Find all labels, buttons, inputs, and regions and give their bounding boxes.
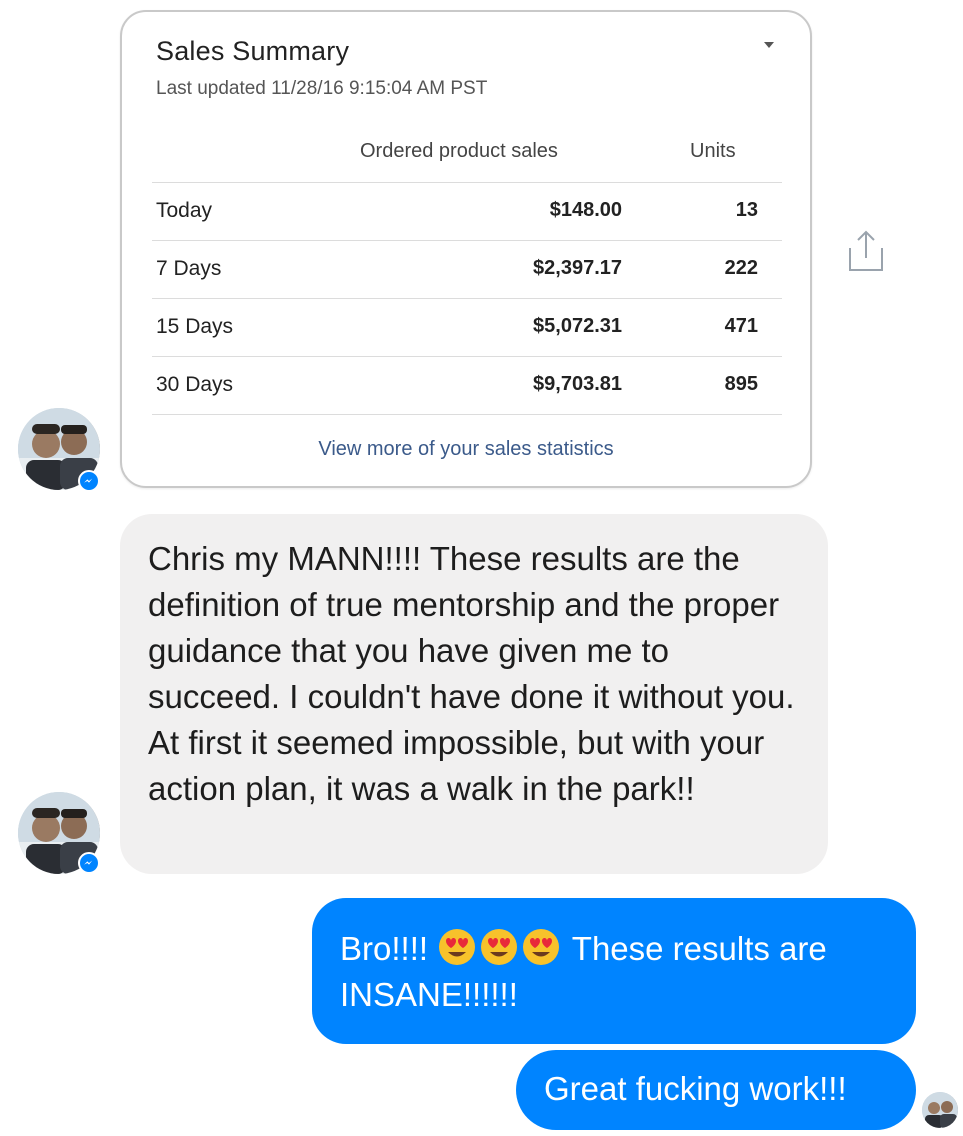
outgoing-message-bubble[interactable]: Bro!!!! These results are INSANE!!!!!!: [312, 898, 916, 1044]
table-row: 30 Days $9,703.81 895: [152, 356, 782, 415]
row-units-value: 222: [724, 257, 758, 279]
outgoing-message-bubble[interactable]: Great fucking work!!!: [516, 1050, 916, 1130]
card-title: Sales Summary: [156, 36, 350, 66]
row-period-label: 7 Days: [156, 257, 222, 280]
table-row: 15 Days $5,072.31 471: [152, 298, 782, 357]
incoming-message-bubble[interactable]: Chris my MANN!!!! These results are the …: [120, 514, 828, 874]
row-units-value: 13: [735, 199, 758, 221]
row-period-label: 15 Days: [156, 315, 234, 338]
heart-eyes-emoji: [437, 927, 477, 967]
view-more-sales-link[interactable]: View more of your sales statistics: [122, 438, 810, 461]
heart-eyes-emoji: [521, 927, 561, 967]
row-sales-value: $5,072.31: [533, 315, 622, 337]
table-row: Today $148.00 13: [152, 182, 782, 241]
messenger-icon: [78, 852, 100, 874]
read-receipt-avatar: [922, 1092, 958, 1128]
table-row: 7 Days $2,397.17 222: [152, 240, 782, 299]
row-units-value: 895: [724, 373, 758, 395]
row-sales-value: $148.00: [549, 199, 622, 221]
row-units-value: 471: [724, 315, 758, 337]
row-sales-value: $9,703.81: [533, 373, 622, 395]
sales-summary-card: Sales Summary Last updated 11/28/16 9:15…: [120, 10, 812, 488]
row-sales-value: $2,397.17: [533, 257, 622, 279]
chevron-down-icon[interactable]: [764, 42, 774, 48]
row-period-label: 30 Days: [156, 373, 234, 396]
row-period-label: Today: [156, 199, 213, 222]
message-text: Bro!!!!: [340, 930, 429, 967]
avatar-photo: [922, 1092, 958, 1128]
heart-eyes-emoji: [479, 927, 519, 967]
messenger-icon: [78, 470, 100, 492]
table-divider: [152, 414, 782, 415]
last-updated-text: Last updated 11/28/16 9:15:04 AM PST: [156, 78, 488, 99]
column-header-units: Units: [690, 140, 736, 162]
column-header-sales: Ordered product sales: [360, 140, 558, 162]
share-icon[interactable]: [844, 226, 888, 276]
